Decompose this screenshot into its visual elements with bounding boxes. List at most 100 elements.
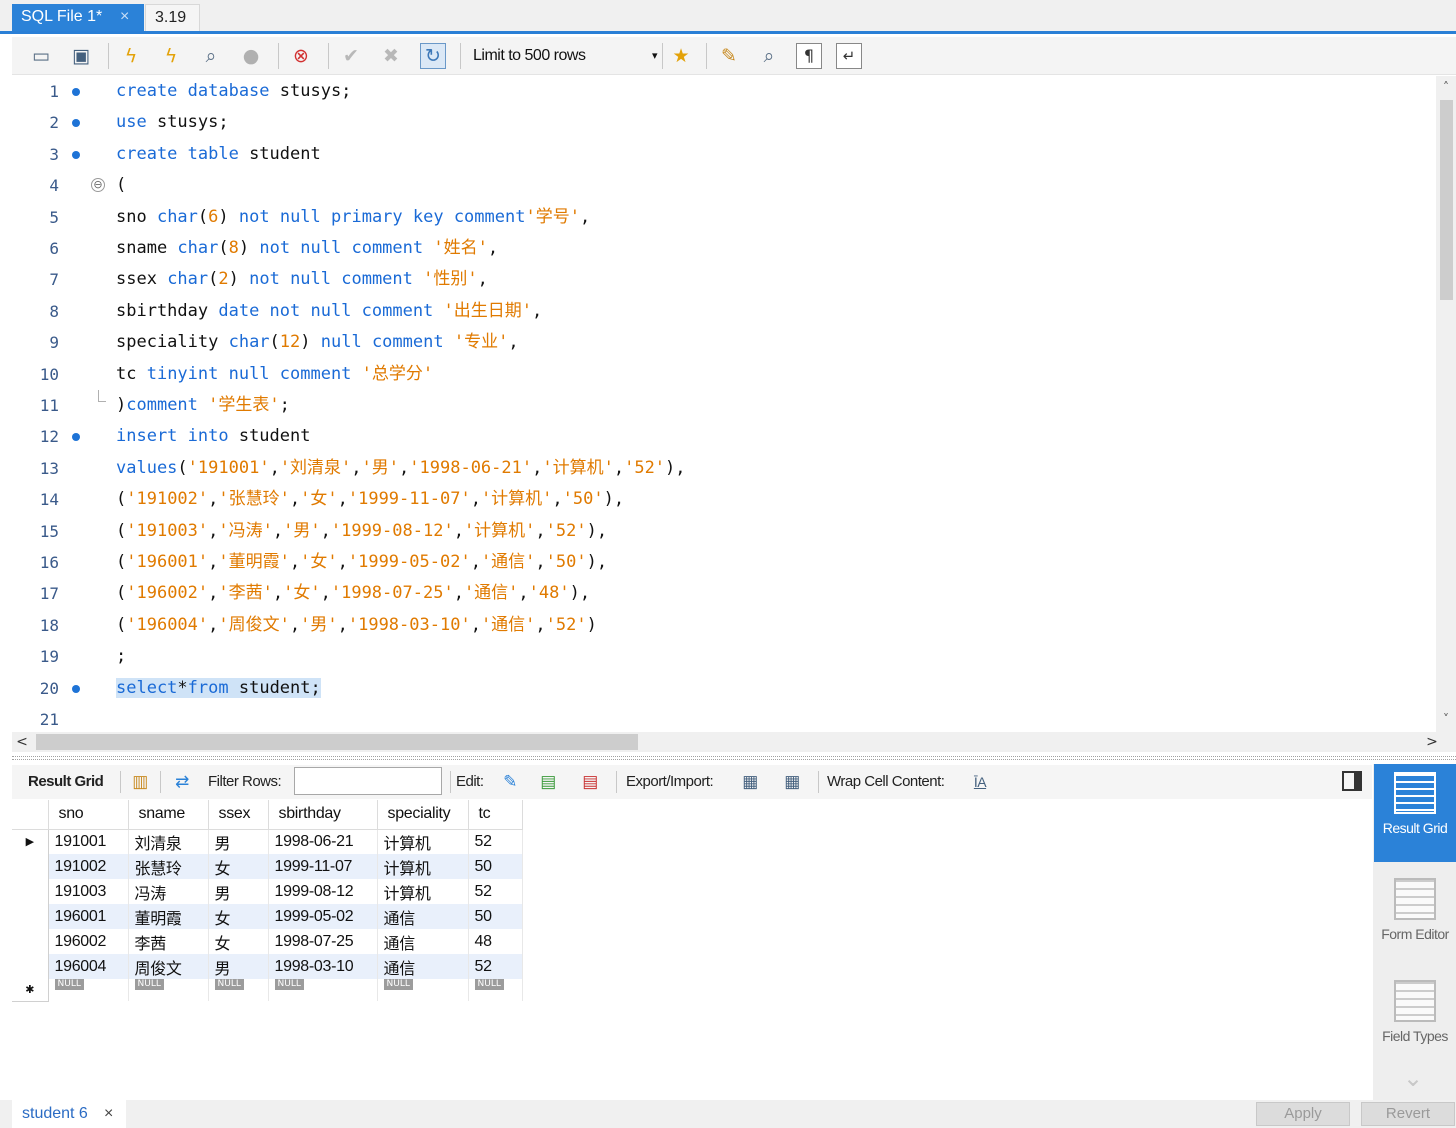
table-row[interactable]: ▶ 191001 刘清泉男 1998-06-21 计算机 52 xyxy=(12,829,523,854)
grid-cell-sname[interactable]: 董明霞 xyxy=(128,904,209,929)
result-grid-button[interactable]: Result Grid xyxy=(1374,764,1456,862)
column-header-sno[interactable]: sno xyxy=(48,800,129,830)
code-line[interactable]: 10 tc tinyint null comment '总学分' xyxy=(12,359,1436,390)
sql-editor[interactable]: 1 create database stusys; 2 use stusys; 3 cre… xyxy=(12,76,1436,732)
code-line[interactable]: 17 ('196002','李茜','女','1998-07-25','通信','… xyxy=(12,578,1436,609)
grid-cell-speciality[interactable]: 计算机 xyxy=(377,829,469,854)
code-line[interactable]: 1 create database stusys; xyxy=(12,76,1436,107)
fold-toggle-icon[interactable]: ⊖ xyxy=(91,178,105,193)
edit-row-icon[interactable]: ✎ xyxy=(498,770,522,794)
table-row[interactable]: 196002 李茜女 1998-07-25 通信 48 xyxy=(12,929,523,954)
grid-cell-speciality[interactable]: 通信 xyxy=(377,954,469,979)
form-editor-button[interactable]: Form Editor xyxy=(1374,870,1456,968)
toggle-side-panel-icon[interactable] xyxy=(1342,771,1362,791)
insert-row-icon[interactable]: ▤ xyxy=(536,770,560,794)
grid-cell-sno[interactable]: 191003 xyxy=(48,879,129,904)
invisible-chars-icon[interactable]: ¶ xyxy=(796,43,822,69)
grid-cell-speciality[interactable]: 通信 xyxy=(377,904,469,929)
grid-cell-sbirthday[interactable]: 1998-06-21 xyxy=(268,829,378,854)
grid-cell-sname[interactable]: 张慧玲 xyxy=(128,854,209,879)
grid-cell-sname[interactable]: 李茜 xyxy=(128,929,209,954)
field-types-button[interactable]: Field Types xyxy=(1374,972,1456,1070)
grid-cell-tc[interactable]: 50 xyxy=(468,854,523,879)
revert-button[interactable]: Revert xyxy=(1361,1102,1455,1126)
row-marker[interactable] xyxy=(12,929,49,954)
grid-cell-speciality[interactable]: 计算机 xyxy=(377,854,469,879)
scroll-down-icon[interactable]: ˅ xyxy=(1436,712,1456,730)
table-row[interactable]: 191003 冯涛男 1999-08-12 计算机 52 xyxy=(12,879,523,904)
tab-3-19[interactable]: 3.19 xyxy=(145,4,200,31)
row-marker[interactable] xyxy=(12,854,49,879)
scroll-thumb[interactable] xyxy=(1440,100,1453,300)
stop-icon[interactable]: ● xyxy=(238,43,264,69)
result-grid[interactable]: sno sname ssex sbirthday speciality tc ▶… xyxy=(12,800,1372,1100)
execute-current-icon[interactable]: ϟ xyxy=(158,43,184,69)
tab-sql-file-1[interactable]: SQL File 1* × xyxy=(12,4,144,31)
scroll-left-icon[interactable]: < xyxy=(12,732,32,752)
chevron-down-icon[interactable]: ⌄ xyxy=(1403,1064,1423,1092)
add-snippet-icon[interactable]: ★ xyxy=(668,43,694,69)
grid-cell-tc[interactable]: 52 xyxy=(468,879,523,904)
code-line[interactable]: 13 values('191001','刘清泉','男','1998-06-21'… xyxy=(12,453,1436,484)
column-header-tc[interactable]: tc xyxy=(468,800,523,830)
grid-cell-ssex[interactable]: 女 xyxy=(208,904,269,929)
column-header-ssex[interactable]: ssex xyxy=(208,800,269,830)
row-marker[interactable]: ▶ xyxy=(12,829,49,854)
code-line[interactable]: 19; xyxy=(12,641,1436,672)
code-line[interactable]: 9 speciality char(12) null comment '专业', xyxy=(12,327,1436,358)
code-line[interactable]: 14 ('191002','张慧玲','女','1999-11-07','计算机'… xyxy=(12,484,1436,515)
code-line[interactable]: 8 sbirthday date not null comment '出生日期', xyxy=(12,296,1436,327)
new-row-marker[interactable]: ✱ xyxy=(12,979,49,1002)
grid-cell-sname[interactable]: 刘清泉 xyxy=(128,829,209,854)
explain-icon[interactable]: ⌕ xyxy=(198,43,224,69)
code-line[interactable]: 15 ('191003','冯涛','男','1999-08-12','计算机',… xyxy=(12,516,1436,547)
row-marker[interactable] xyxy=(12,954,49,979)
find-icon[interactable]: ⌕ xyxy=(756,43,782,69)
grid-cell-ssex[interactable]: 女 xyxy=(208,854,269,879)
result-tab-student-6[interactable]: student 6 × xyxy=(12,1100,126,1128)
grid-cell-sno[interactable]: 191002 xyxy=(48,854,129,879)
filter-rows-input[interactable] xyxy=(294,767,442,795)
table-row[interactable]: 196001 董明霞女 1999-05-02 通信 50 xyxy=(12,904,523,929)
grid-cell-sname[interactable]: 周俊文 xyxy=(128,954,209,979)
null-cell-tc[interactable]: NULL xyxy=(468,979,523,1001)
grid-cell-sno[interactable]: 196001 xyxy=(48,904,129,929)
new-row[interactable]: ✱ NULL NULL NULL NULL NULL NULL xyxy=(12,979,523,1002)
grid-cell-sbirthday[interactable]: 1999-11-07 xyxy=(268,854,378,879)
grid-cell-tc[interactable]: 48 xyxy=(468,929,523,954)
editor-vertical-scrollbar[interactable]: ˄ ˅ xyxy=(1436,76,1456,732)
grid-cell-sbirthday[interactable]: 1998-03-10 xyxy=(268,954,378,979)
code-line[interactable]: 7 ssex char(2) not null comment '性别', xyxy=(12,264,1436,295)
code-line[interactable]: 18 ('196004','周俊文','男','1998-03-10','通信',… xyxy=(12,610,1436,641)
beautify-icon[interactable]: ✎ xyxy=(716,43,742,69)
close-icon[interactable]: × xyxy=(104,1100,113,1128)
grid-cell-ssex[interactable]: 男 xyxy=(208,954,269,979)
grid-cell-tc[interactable]: 52 xyxy=(468,829,523,854)
code-line[interactable]: 2 use stusys; xyxy=(12,107,1436,138)
autocommit-icon[interactable]: ↻ xyxy=(420,43,446,69)
grid-cell-sno[interactable]: 196004 xyxy=(48,954,129,979)
pane-splitter[interactable] xyxy=(12,756,1456,760)
column-header-speciality[interactable]: speciality xyxy=(377,800,469,830)
rollback-icon[interactable]: ✖ xyxy=(378,43,404,69)
wrap-icon[interactable]: ↵ xyxy=(836,43,862,69)
grid-cell-sno[interactable]: 191001 xyxy=(48,829,129,854)
close-icon[interactable]: × xyxy=(120,4,129,30)
code-line[interactable]: 5 sno char(6) not null primary key commen… xyxy=(12,202,1436,233)
scroll-thumb[interactable] xyxy=(36,734,638,750)
limit-rows-select[interactable]: Limit to 500 rows ▾ xyxy=(468,43,658,69)
import-icon[interactable]: ▦ xyxy=(780,770,804,794)
grid-cell-sname[interactable]: 冯涛 xyxy=(128,879,209,904)
grid-cell-sbirthday[interactable]: 1999-08-12 xyxy=(268,879,378,904)
grid-cell-speciality[interactable]: 计算机 xyxy=(377,879,469,904)
null-cell-sbirthday[interactable]: NULL xyxy=(268,979,378,1001)
grid-cell-sno[interactable]: 196002 xyxy=(48,929,129,954)
grid-cell-sbirthday[interactable]: 1998-07-25 xyxy=(268,929,378,954)
row-marker[interactable] xyxy=(12,879,49,904)
execute-icon[interactable]: ϟ xyxy=(118,43,144,69)
grid-cell-tc[interactable]: 50 xyxy=(468,904,523,929)
column-header-sname[interactable]: sname xyxy=(128,800,209,830)
code-line[interactable]: 11)comment '学生表'; xyxy=(12,390,1436,421)
toggle-error-stop-icon[interactable]: ⊗ xyxy=(288,43,314,69)
grid-cell-sbirthday[interactable]: 1999-05-02 xyxy=(268,904,378,929)
